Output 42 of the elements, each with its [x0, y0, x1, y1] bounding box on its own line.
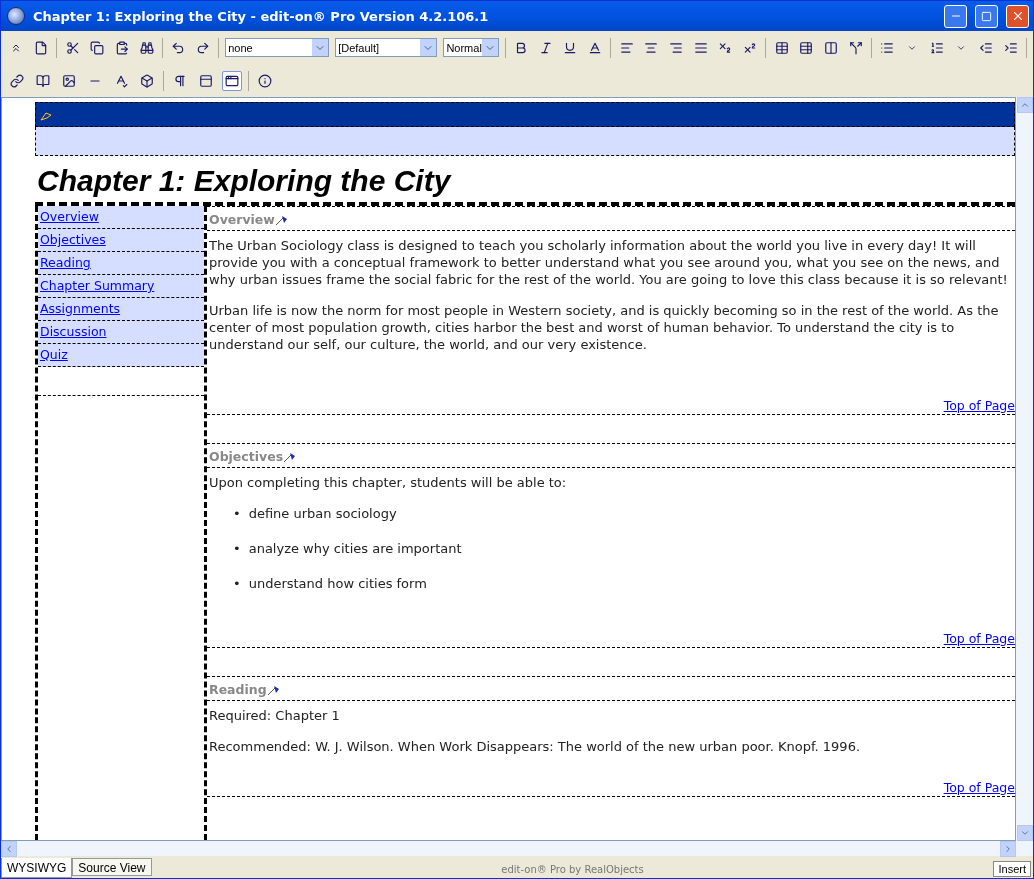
list-item: define urban sociology	[248, 505, 397, 522]
nav-link[interactable]: Assignments	[38, 298, 204, 321]
bullet: •	[233, 575, 241, 592]
insert-mode-indicator: Insert	[993, 861, 1031, 877]
bullet: •	[233, 540, 241, 557]
app-icon	[7, 7, 25, 25]
paragraph: Recommended: W. J. Wilson. When Work Disappears: The world of the new urban poor. Knopf. 1996.	[209, 738, 862, 755]
view-tab[interactable]: Source View	[72, 858, 152, 876]
nav-link[interactable]: Chapter Summary	[38, 275, 204, 298]
top-of-page-link[interactable]: Top of Page	[943, 397, 1015, 414]
nav-link[interactable]: Objectives	[38, 229, 204, 252]
paragraph: Upon completing this chapter, students will be able to:	[209, 474, 568, 491]
section-title: Overview	[209, 211, 275, 228]
close-button[interactable]	[1006, 4, 1029, 28]
view-tab[interactable]: WYSIWYG	[1, 858, 73, 878]
nav-link[interactable]: Discussion	[38, 321, 204, 344]
window-title: Chapter 1: Exploring the City - edit-on® Pro Version 4.2.106.1	[33, 8, 490, 24]
nav-link[interactable]: Overview	[38, 206, 204, 229]
nav-link[interactable]: Reading	[38, 252, 204, 275]
section-title: Objectives	[209, 448, 284, 465]
top-of-page-link[interactable]: Top of Page	[943, 630, 1015, 647]
minimize-button[interactable]	[944, 4, 967, 28]
credit-text: edit-on® Pro by RealObjects	[500, 864, 645, 877]
paragraph: Urban life is now the norm for most people in Western society, and is quickly becoming so in the rest of the world. As the center of most population growth, cities harbor the best and worst of human behavior. To understand the city is to understand our self, our culture, the world, and our very existence.	[209, 302, 1000, 353]
paragraph: The Urban Sociology class is designed to teach you scholarly information about the world you live in every day! It will provide you with a conceptual framework to better understand what you see around you, what you see on the news, and why urban issues frame the social fabric for the rest of the world. You are going to love this class because it is so relevant!	[209, 237, 1009, 288]
nav-link[interactable]: Quiz	[38, 344, 204, 367]
chevron-up-icon	[1019, 100, 1030, 110]
size-select[interactable]: Normal	[443, 38, 499, 57]
chevron-down-icon	[1019, 828, 1030, 838]
chevron-right-icon	[1003, 844, 1013, 854]
style-select[interactable]: none	[225, 38, 330, 57]
font-select[interactable]: [Default]	[335, 38, 438, 57]
chevron-left-icon	[4, 844, 14, 854]
maximize-icon	[981, 10, 992, 22]
maximize-button[interactable]	[975, 4, 998, 28]
bullet: •	[233, 505, 241, 522]
top-of-page-link[interactable]: Top of Page	[943, 779, 1015, 796]
list-item: understand how cities form	[248, 575, 427, 592]
paragraph: Required: Chapter 1	[209, 707, 341, 724]
window-icon[interactable]	[222, 70, 242, 91]
list-item: analyze why cities are important	[248, 540, 462, 557]
section-title: Reading	[209, 681, 267, 698]
